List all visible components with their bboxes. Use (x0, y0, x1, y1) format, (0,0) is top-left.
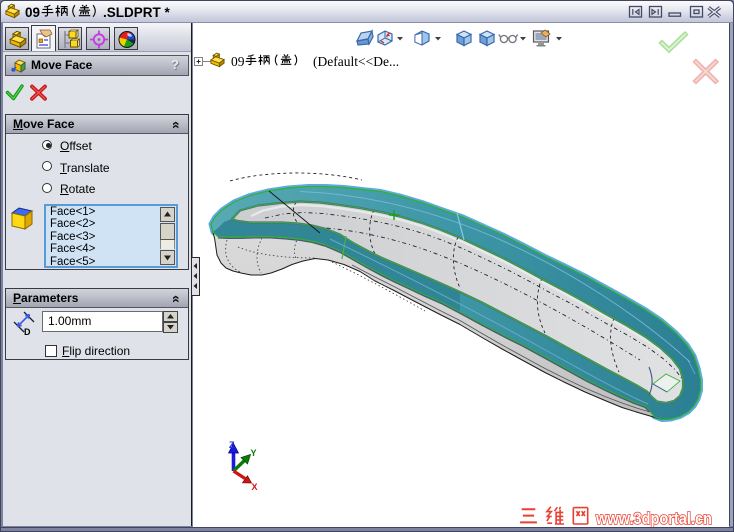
svg-text:(Default<<De...: (Default<<De... (313, 54, 399, 69)
svg-text:09: 09 (25, 5, 40, 20)
svg-text:www.3dportal.cn: www.3dportal.cn (595, 509, 712, 527)
svg-text:09: 09 (231, 54, 245, 69)
svg-text:.SLDPRT *: .SLDPRT * (103, 5, 171, 20)
svg-text:Z: Z (229, 440, 235, 450)
svg-text:D: D (24, 327, 31, 336)
svg-text:X: X (252, 482, 258, 492)
svg-text:Y: Y (251, 448, 257, 458)
